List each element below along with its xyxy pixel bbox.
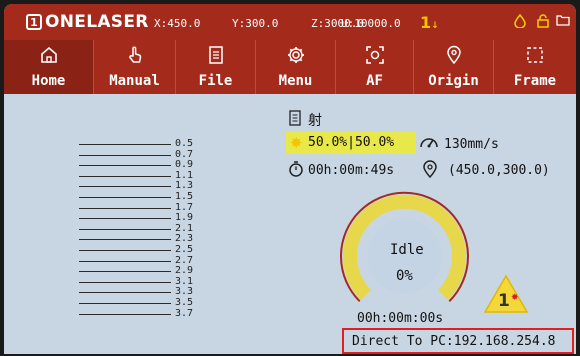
- scale-line: [79, 260, 171, 262]
- stopwatch-icon: [288, 160, 304, 182]
- job-progress-gauge: Idle 0%: [332, 184, 477, 329]
- gear-icon: [256, 44, 335, 66]
- file-icon: [288, 110, 302, 130]
- scale-label: 0.9: [175, 159, 194, 171]
- alarm-count: 1: [420, 13, 432, 32]
- scale-line: [79, 281, 171, 283]
- warning-count: 1: [498, 291, 510, 311]
- scale-label: 1.9: [175, 212, 194, 224]
- scale-label: 2.5: [175, 244, 194, 255]
- laser-power-display: ✸ 50.0%|50.0%: [286, 132, 416, 154]
- tab-manual-label: Manual: [109, 73, 160, 89]
- x-coordinate: X:450.0: [154, 17, 201, 30]
- hand-icon: [94, 44, 175, 66]
- tab-home[interactable]: Home: [4, 40, 94, 94]
- scale-label: 2.3: [175, 233, 194, 245]
- tab-file[interactable]: File: [176, 40, 256, 94]
- scale-line: [79, 313, 171, 315]
- scale-line: [79, 218, 171, 220]
- tab-origin[interactable]: Origin: [414, 40, 494, 94]
- scale-line: [79, 175, 171, 177]
- scale-label: 3.7: [175, 307, 194, 319]
- scale-line: [79, 207, 171, 209]
- tab-home-label: Home: [31, 73, 66, 89]
- warning-badge[interactable]: 1 ✸: [482, 272, 530, 316]
- remaining-time: 00h:00m:00s: [357, 311, 444, 326]
- scale-line: [79, 271, 171, 273]
- scale-label: 3.5: [175, 297, 194, 308]
- brand-logo: 1 ONELASER: [26, 12, 149, 32]
- scale-label: 3.1: [175, 275, 194, 287]
- speed-value: 130mm/s: [444, 137, 499, 152]
- alarm-arrow: ↓: [431, 21, 439, 31]
- tab-frame[interactable]: Frame: [494, 40, 576, 94]
- focus-icon: [336, 44, 413, 66]
- logo-text: ONELASER: [45, 12, 149, 32]
- power-scale-preview: 0.5 0.7 0.9 1.1 1.3 1.5 1.7 1.9 2.1 2.3 2.5 2.7 2.9 3…: [79, 139, 193, 329]
- scale-label: 1.3: [175, 180, 194, 192]
- status-bar: 1 ONELASER X:450.0 Y:300.0 Z:3000.0 U:10…: [4, 4, 576, 40]
- alarm-indicator[interactable]: 1↓: [420, 13, 439, 32]
- logo-mark: 1: [26, 14, 42, 30]
- tab-af[interactable]: AF: [336, 40, 414, 94]
- scale-line: [79, 228, 171, 230]
- home-icon: [4, 44, 93, 66]
- scale-label: 0.7: [175, 148, 194, 160]
- scale-line: [79, 250, 171, 251]
- scale-line: [79, 197, 171, 198]
- frame-icon: [494, 44, 576, 66]
- scale-line: [79, 186, 171, 188]
- scale-line: [79, 144, 171, 145]
- connection-status: Direct To PC:192.168.254.8: [342, 328, 574, 354]
- laser-power-value: 50.0%|50.0%: [308, 135, 395, 150]
- u-coordinate: U:10000.0: [341, 17, 401, 30]
- tab-menu-label: Menu: [278, 73, 313, 89]
- scale-label: 1.1: [175, 169, 194, 181]
- scale-label: 3.3: [175, 286, 194, 298]
- tab-menu[interactable]: Menu: [256, 40, 336, 94]
- scale-label: 2.9: [175, 265, 194, 277]
- tab-af-label: AF: [366, 73, 383, 89]
- file-name: 射: [308, 113, 322, 129]
- elapsed-time: 00h:00m:49s: [308, 163, 395, 178]
- speedometer-icon: [419, 133, 439, 155]
- controller-screen: 1 ONELASER X:450.0 Y:300.0 Z:3000.0 U:10…: [4, 4, 576, 354]
- location-pin-icon: [414, 44, 493, 66]
- laser-sun-icon: ✸: [290, 134, 303, 152]
- tab-frame-label: Frame: [513, 73, 557, 89]
- progress-state: Idle: [390, 242, 424, 258]
- scale-line: [79, 154, 171, 156]
- y-coordinate: Y:300.0: [232, 17, 279, 30]
- scale-line: [79, 239, 171, 241]
- scale-label: 1.5: [175, 191, 194, 202]
- main-navigation: Home Manual File Menu AF Origin Frame: [4, 40, 576, 94]
- scale-label: 2.1: [175, 222, 194, 234]
- tab-origin-label: Origin: [428, 73, 479, 89]
- laser-sun-icon: ✸: [511, 293, 519, 303]
- lock-icon: [536, 14, 550, 32]
- scale-label: 2.7: [175, 254, 194, 266]
- connection-text: Direct To PC:192.168.254.8: [352, 334, 556, 349]
- tab-file-label: File: [198, 73, 233, 89]
- progress-percent: 0%: [396, 268, 413, 284]
- scale-line: [79, 303, 171, 304]
- scale-line: [79, 292, 171, 294]
- head-position: (450.0,300.0): [448, 163, 550, 178]
- scale-label: 0.5: [175, 138, 194, 149]
- location-pin-icon: [422, 160, 438, 182]
- water-drop-icon: [514, 13, 526, 32]
- tab-manual[interactable]: Manual: [94, 40, 176, 94]
- document-icon: [176, 44, 255, 66]
- scale-label: 1.7: [175, 201, 194, 213]
- folder-icon: [556, 14, 570, 30]
- scale-line: [79, 165, 171, 167]
